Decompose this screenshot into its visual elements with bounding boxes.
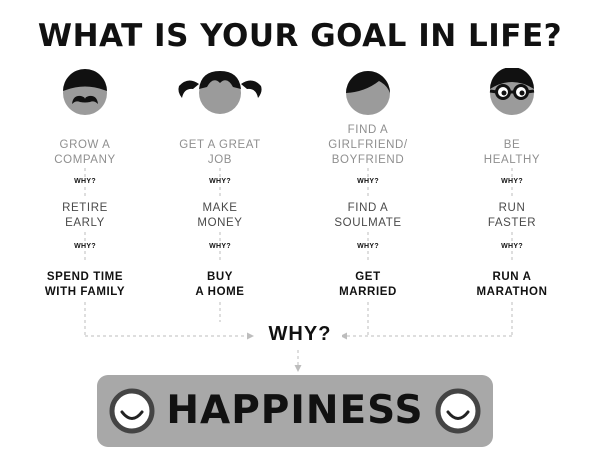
why-label: WHY? (74, 243, 96, 250)
why-label: WHY? (74, 178, 96, 185)
reason-text: FIND A (347, 202, 389, 214)
reason-text: SOULMATE (334, 217, 402, 229)
why-label: WHY? (357, 243, 379, 250)
smiley-icon (434, 387, 482, 440)
why-label: WHY? (209, 243, 231, 250)
why-label: WHY? (357, 178, 379, 185)
happiness-label: HAPPINESS (166, 388, 424, 433)
reason-text: MAKE (202, 202, 238, 214)
final-step-text: MARRIED (339, 286, 397, 298)
final-step-text: RUN A (492, 271, 532, 283)
why-label: WHY? (209, 178, 231, 185)
final-step-text: GET (355, 271, 381, 283)
goal-text: BE (503, 139, 521, 151)
final-step-text: A HOME (195, 286, 245, 298)
goal-text: GROW A (59, 139, 111, 151)
smiley-icon (108, 387, 156, 440)
final-step-text: WITH FAMILY (44, 286, 126, 298)
person-with-side-part-icon (293, 68, 443, 118)
goal-text: BOYFRIEND (331, 154, 405, 166)
reason-text: FASTER (487, 217, 537, 229)
goal-text: COMPANY (54, 154, 116, 166)
goal-text: HEALTHY (483, 154, 541, 166)
reason-text: EARLY (65, 217, 105, 229)
final-step-text: BUY (206, 271, 234, 283)
goal-text: GET A GREAT (179, 139, 261, 151)
final-step-text: SPEND TIME (46, 271, 124, 283)
reason-text: MONEY (197, 217, 243, 229)
man-with-mustache-icon (10, 68, 160, 118)
why-label: WHY? (501, 178, 523, 185)
happiness-banner: HAPPINESS (97, 375, 493, 447)
girl-with-pigtails-icon (145, 68, 295, 118)
person-with-glasses-icon (437, 68, 587, 118)
reason-text: RETIRE (62, 202, 108, 214)
final-step-text: MARATHON (476, 286, 548, 298)
goal-text: GIRLFRIEND/ (328, 139, 408, 151)
big-why-label: WHY? (258, 323, 342, 346)
reason-text: RUN (498, 202, 526, 214)
why-label: WHY? (501, 243, 523, 250)
goal-text: FIND A (347, 124, 389, 136)
goal-text: JOB (207, 154, 233, 166)
